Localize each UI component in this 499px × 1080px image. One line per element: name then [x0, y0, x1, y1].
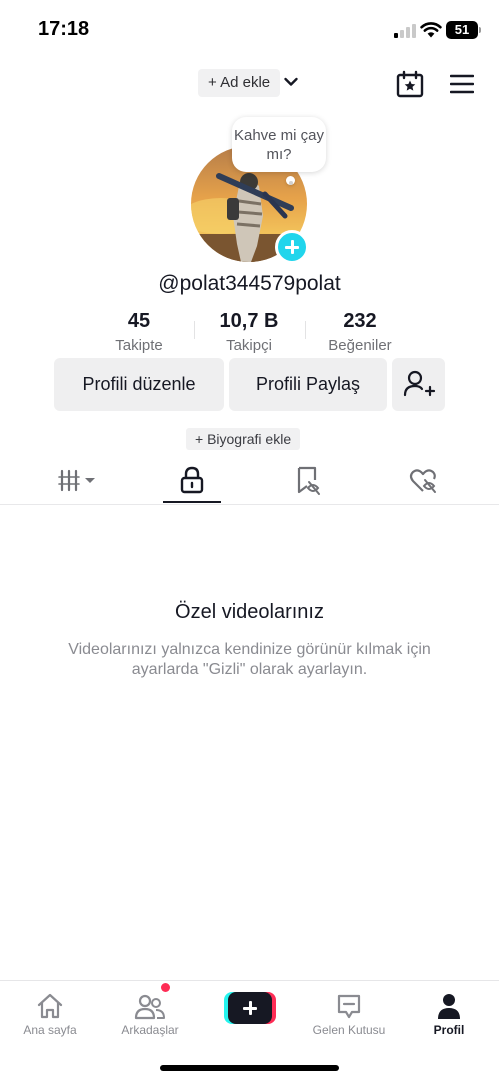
menu-icon[interactable]: [450, 73, 474, 95]
empty-state-description: Videolarınızı yalnızca kendinize görünür…: [68, 641, 431, 678]
calendar-star-icon[interactable]: [396, 70, 424, 98]
liked-icon: [409, 469, 436, 493]
nav-profile[interactable]: Profil: [399, 986, 499, 1038]
friends-icon: [134, 994, 165, 1020]
nav-profile-label: Profil: [433, 1023, 465, 1037]
chevron-down-icon[interactable]: [283, 74, 299, 90]
nav-inbox[interactable]: Gelen Kutusu: [299, 986, 399, 1038]
videos-grid-icon: [58, 469, 95, 492]
tabs-divider: [0, 504, 499, 505]
chevron-down-icon: [85, 478, 95, 483]
note-bubble-tail-dot: [289, 181, 293, 185]
stat-followers-value: 10,7 B: [219, 310, 279, 332]
edit-profile-button[interactable]: Profili düzenle: [54, 358, 224, 411]
add-person-icon: [403, 370, 436, 397]
status-time: 17:18: [38, 18, 90, 40]
stat-likes-value: 232: [343, 310, 377, 332]
profile-icon: [438, 994, 460, 1019]
lock-icon: [180, 466, 204, 494]
cellular-signal-icon: [394, 24, 416, 38]
create-button[interactable]: [224, 992, 276, 1024]
battery-cap: [479, 27, 481, 33]
tab-saved[interactable]: [287, 458, 331, 504]
tab-private[interactable]: [170, 458, 214, 504]
stat-likes[interactable]: 232 Beğeniler: [305, 309, 415, 356]
inbox-icon: [337, 994, 361, 1019]
tab-liked[interactable]: [401, 458, 445, 504]
create-icon: [228, 992, 272, 1024]
tab-active-underline: [163, 501, 221, 503]
username: @polat344579polat: [158, 272, 341, 295]
saved-icon: [297, 466, 320, 495]
nav-inbox-label: Gelen Kutusu: [312, 1023, 386, 1037]
add-name-button[interactable]: + Ad ekle: [198, 69, 281, 97]
wifi-icon: [420, 22, 442, 38]
nav-friends-label: Arkadaşlar: [121, 1023, 179, 1037]
share-profile-button[interactable]: Profili Paylaş: [229, 358, 387, 411]
nav-friends[interactable]: Arkadaşlar: [100, 986, 200, 1038]
note-bubble[interactable]: Kahve mi çay mı?: [232, 117, 326, 172]
status-bar: 17:18 51: [0, 0, 499, 56]
add-friend-button[interactable]: [392, 358, 445, 411]
avatar-add-icon[interactable]: [275, 230, 309, 264]
empty-state-title: Özel videolarınız: [175, 601, 324, 623]
nav-home[interactable]: Ana sayfa: [0, 986, 100, 1038]
home-indicator: [160, 1065, 339, 1071]
bottom-nav: Ana sayfa Arkadaşlar Gelen Kutusu Profil: [0, 980, 499, 1080]
stat-following[interactable]: 45 Takipte: [84, 309, 194, 356]
stat-followers-label: Takipçi: [226, 337, 272, 354]
nav-home-label: Ana sayfa: [23, 1023, 77, 1037]
stat-following-label: Takipte: [115, 337, 163, 354]
friends-notification-dot: [161, 983, 170, 992]
stat-likes-label: Beğeniler: [328, 337, 392, 354]
tab-videos[interactable]: [54, 458, 102, 504]
stat-following-value: 45: [127, 310, 151, 332]
home-icon: [37, 993, 63, 1019]
add-bio-button[interactable]: + Biyografi ekle: [186, 428, 301, 450]
stat-followers[interactable]: 10,7 B Takipçi: [194, 309, 304, 356]
battery-indicator: 51: [446, 21, 478, 39]
